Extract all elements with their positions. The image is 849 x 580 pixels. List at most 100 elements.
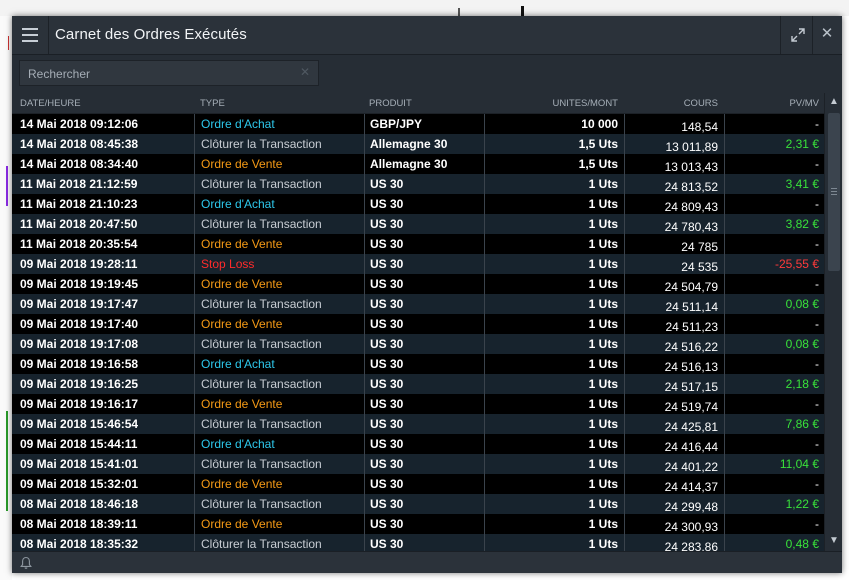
row-price-value: 24 813,52 <box>664 180 718 194</box>
row-price: 24 511,23 <box>624 314 724 334</box>
row-units: 1 Uts <box>484 274 624 294</box>
row-date: 09 Mai 2018 15:44:11 <box>20 437 138 451</box>
row-product: GBP/JPY <box>364 114 484 134</box>
titlebar-divider <box>48 16 49 54</box>
row-units: 1 Uts <box>484 474 624 494</box>
column-header-product[interactable]: PRODUIT <box>369 98 412 109</box>
row-type: Clôturer la Transaction <box>194 214 364 234</box>
table-row[interactable]: 11 Mai 2018 21:10:23 Ordre d'Achat US 30 1 … <box>12 194 824 214</box>
row-product: US 30 <box>364 394 484 414</box>
table-row[interactable]: 14 Mai 2018 08:45:38 Clôturer la Transact… <box>12 134 824 154</box>
row-product: US 30 <box>364 234 484 254</box>
row-price: 24 809,43 <box>624 194 724 214</box>
row-units: 1 Uts <box>484 434 624 454</box>
row-price: 24 504,79 <box>624 274 724 294</box>
titlebar-divider <box>812 16 813 54</box>
row-units: 1 Uts <box>484 374 624 394</box>
row-units: 1 Uts <box>484 294 624 314</box>
row-product: US 30 <box>364 354 484 374</box>
window-title: Carnet des Ordres Exécutés <box>55 26 247 43</box>
table-row[interactable]: 09 Mai 2018 19:17:47 Clôturer la Transact… <box>12 294 824 314</box>
table-row[interactable]: 09 Mai 2018 15:32:01 Ordre de Vente US 30 1… <box>12 474 824 494</box>
row-product: US 30 <box>364 254 484 274</box>
row-pl: - <box>724 474 824 494</box>
table-row[interactable]: 11 Mai 2018 20:47:50 Clôturer la Transact… <box>12 214 824 234</box>
titlebar-divider <box>780 16 781 54</box>
table-row[interactable]: 09 Mai 2018 19:28:11 Stop Loss US 30 1 Uts 2… <box>12 254 824 274</box>
table-row[interactable]: 09 Mai 2018 19:19:45 Ordre de Vente US 30 1… <box>12 274 824 294</box>
row-pl: 11,04 € <box>724 454 824 474</box>
window-titlebar: Carnet des Ordres Exécutés ✕ <box>12 16 842 55</box>
row-price: 13 011,89 <box>624 134 724 154</box>
column-header-date[interactable]: DATE/HEURE <box>20 98 81 109</box>
row-pl: 3,82 € <box>724 214 824 234</box>
row-pl: 3,41 € <box>724 174 824 194</box>
row-price-value: 24 780,43 <box>664 220 718 234</box>
row-date: 11 Mai 2018 20:47:50 <box>20 217 138 231</box>
row-price: 24 299,48 <box>624 494 724 514</box>
table-row[interactable]: 08 Mai 2018 18:39:11 Ordre de Vente US 30 1… <box>12 514 824 534</box>
search-field[interactable]: ✕ <box>19 60 319 87</box>
row-pl: 0,08 € <box>724 294 824 314</box>
row-price-value: 24 516,13 <box>664 360 718 374</box>
background-chart-mark <box>8 36 9 50</box>
row-pl: 7,86 € <box>724 414 824 434</box>
row-pl: - <box>724 434 824 454</box>
table-row[interactable]: 09 Mai 2018 15:46:54 Clôturer la Transact… <box>12 414 824 434</box>
close-icon[interactable]: ✕ <box>820 25 834 43</box>
row-type: Clôturer la Transaction <box>194 174 364 194</box>
table-row[interactable]: 14 Mai 2018 09:12:06 Ordre d'Achat GBP/JPY… <box>12 114 824 134</box>
row-price-value: 13 011,89 <box>665 140 719 154</box>
column-header-type[interactable]: TYPE <box>200 98 225 109</box>
row-price: 148,54 <box>624 114 724 134</box>
row-pl: 0,08 € <box>724 334 824 354</box>
row-pl: - <box>724 114 824 134</box>
search-input[interactable] <box>26 61 300 87</box>
row-type: Ordre de Vente <box>194 474 364 494</box>
row-type: Clôturer la Transaction <box>194 414 364 434</box>
hamburger-icon[interactable] <box>22 28 38 42</box>
scroll-down-icon[interactable]: ▼ <box>828 535 840 547</box>
vertical-scrollbar[interactable]: ▲ ▼ <box>824 93 842 551</box>
column-header-pl[interactable]: PV/MV <box>789 98 819 109</box>
row-date: 14 Mai 2018 08:45:38 <box>20 137 139 151</box>
row-type: Ordre de Vente <box>194 514 364 534</box>
table-row[interactable]: 14 Mai 2018 08:34:40 Ordre de Vente Allema… <box>12 154 824 174</box>
table-row[interactable]: 09 Mai 2018 19:16:17 Ordre de Vente US 30 1… <box>12 394 824 414</box>
row-date: 14 Mai 2018 09:12:06 <box>20 117 139 131</box>
row-product: US 30 <box>364 494 484 514</box>
background-app-strip <box>0 0 849 16</box>
row-units: 1 Uts <box>484 514 624 534</box>
expand-icon[interactable] <box>790 27 806 43</box>
bell-icon[interactable] <box>20 556 32 570</box>
row-product: US 30 <box>364 434 484 454</box>
table-row[interactable]: 11 Mai 2018 21:12:59 Clôturer la Transact… <box>12 174 824 194</box>
row-date: 11 Mai 2018 21:10:23 <box>20 197 138 211</box>
row-product: US 30 <box>364 274 484 294</box>
row-pl: -25,55 € <box>724 254 824 274</box>
row-date: 09 Mai 2018 15:46:54 <box>20 417 139 431</box>
row-units: 1 Uts <box>484 314 624 334</box>
table-row[interactable]: 09 Mai 2018 19:17:40 Ordre de Vente US 30 1… <box>12 314 824 334</box>
column-header-price[interactable]: COURS <box>684 98 718 109</box>
column-header-units[interactable]: UNITES/MONT <box>553 98 618 109</box>
table-row[interactable]: 11 Mai 2018 20:35:54 Ordre de Vente US 30 1… <box>12 234 824 254</box>
table-row[interactable]: 09 Mai 2018 19:16:25 Clôturer la Transact… <box>12 374 824 394</box>
table-row[interactable]: 09 Mai 2018 19:16:58 Ordre d'Achat US 30 1 … <box>12 354 824 374</box>
table-row[interactable]: 09 Mai 2018 15:41:01 Clôturer la Transact… <box>12 454 824 474</box>
table-row[interactable]: 09 Mai 2018 19:17:08 Clôturer la Transact… <box>12 334 824 354</box>
table-row[interactable]: 08 Mai 2018 18:46:18 Clôturer la Transact… <box>12 494 824 514</box>
row-product: US 30 <box>364 294 484 314</box>
row-price: 24 813,52 <box>624 174 724 194</box>
row-units: 1 Uts <box>484 354 624 374</box>
row-type: Ordre de Vente <box>194 314 364 334</box>
scrollbar-thumb[interactable] <box>828 113 840 271</box>
row-price: 13 013,43 <box>624 154 724 174</box>
row-price-value: 24 401,22 <box>664 460 718 474</box>
row-type: Clôturer la Transaction <box>194 334 364 354</box>
row-pl: - <box>724 514 824 534</box>
row-price: 24 511,14 <box>624 294 724 314</box>
table-row[interactable]: 09 Mai 2018 15:44:11 Ordre d'Achat US 30 1 … <box>12 434 824 454</box>
clear-search-icon[interactable]: ✕ <box>300 65 310 79</box>
scroll-up-icon[interactable]: ▲ <box>828 96 840 108</box>
